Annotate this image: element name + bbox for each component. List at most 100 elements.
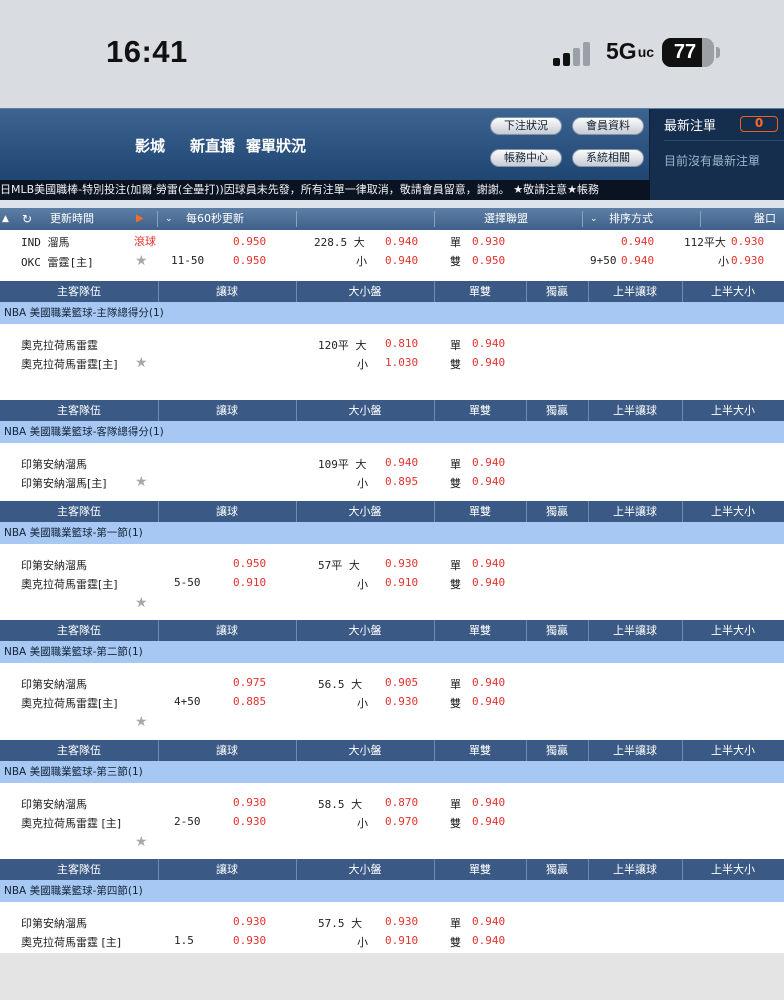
league-header[interactable]: NBA 美國職業籃球-第四節(1) [0,880,784,902]
handicap-odds-home[interactable]: 0.910 [233,576,266,589]
favorite-star-icon[interactable]: ★ [135,253,148,269]
odd-odds[interactable]: 0.940 [472,557,505,570]
network-indicator: 5Guc [606,38,655,64]
bet-status-button[interactable]: 下注狀況 [490,117,562,135]
handicap-odds-away[interactable]: 0.950 [233,235,266,248]
ou-under-odds[interactable]: 0.930 [385,695,418,708]
handicap-line: 1.5 [174,934,194,947]
col-over-under: 大小盤 [348,624,382,637]
odd-odds[interactable]: 0.940 [472,676,505,689]
league-header[interactable]: NBA 美國職業籃球-第一節(1) [0,522,784,544]
latest-bets-panel: 最新注單 0 目前沒有最新注單 [649,109,784,181]
favorite-star-icon[interactable]: ★ [135,714,148,730]
column-header: 主客隊伍 讓球 大小盤 單雙 獨贏 上半讓球 上半大小 [0,281,784,302]
ou-line: 57.5 大 [318,917,363,930]
ou-over-odds[interactable]: 0.810 [385,337,418,350]
nav-review-status[interactable]: 審單狀況 [246,135,306,156]
sort-dropdown-icon[interactable]: ⌄ [590,208,598,230]
league-header[interactable]: NBA 美國職業籃球-客隊總得分(1) [0,421,784,443]
league-select[interactable]: 選擇聯盟 [484,208,528,230]
handicap-odds-away[interactable]: 0.930 [233,915,266,928]
col-over-under: 大小盤 [348,744,382,757]
handicap-odds-away[interactable]: 0.950 [233,557,266,570]
even-odds[interactable]: 0.940 [472,695,505,708]
ou-under-odds[interactable]: 0.970 [385,815,418,828]
ou-over-odds[interactable]: 0.930 [385,915,418,928]
handicap-odds-home[interactable]: 0.930 [233,934,266,947]
live-match-row: IND 溜馬 OKC 雷霆[主] 滾球 ★ 11-50 0.950 0.950 … [0,230,784,281]
col-moneyline: 獨贏 [546,505,568,518]
system-button[interactable]: 系統相關 [572,149,644,167]
ou-under-label: 小 [357,697,368,710]
odd-label: 單 [450,236,461,249]
ou-under-odds[interactable]: 1.030 [385,356,418,369]
handicap-odds-home[interactable]: 0.950 [233,254,266,267]
sort-select[interactable]: 排序方式 [609,208,653,230]
h1-ou-under-odds[interactable]: 0.930 [731,254,764,267]
signal-icon [553,40,593,66]
status-time: 16:41 [106,34,188,69]
favorite-star-icon[interactable]: ★ [135,474,148,490]
battery-tip [716,47,720,58]
favorite-star-icon[interactable]: ★ [135,834,148,850]
odd-odds[interactable]: 0.940 [472,456,505,469]
even-label: 雙 [450,697,461,710]
latest-bets-count: 0 [740,116,778,132]
ou-over-odds[interactable]: 0.940 [385,235,418,248]
h1-ou-line: 112平大 [684,236,726,249]
live-badge: 滾球 [134,235,156,248]
league-header[interactable]: NBA 美國職業籃球-第三節(1) [0,761,784,783]
favorite-star-icon[interactable]: ★ [135,355,148,371]
interval-select[interactable]: 每60秒更新 [186,208,244,230]
ou-under-odds[interactable]: 0.910 [385,934,418,947]
member-info-button[interactable]: 會員資料 [572,117,644,135]
collapse-icon[interactable]: ▲ [2,208,9,230]
even-odds[interactable]: 0.950 [472,254,505,267]
ou-under-odds[interactable]: 0.940 [385,254,418,267]
refresh-icon[interactable]: ↻ [22,208,32,230]
ou-over-odds[interactable]: 0.930 [385,557,418,570]
odd-odds[interactable]: 0.940 [472,796,505,809]
odd-odds[interactable]: 0.940 [472,337,505,350]
nav-cinema[interactable]: 影城 [135,135,165,156]
even-odds[interactable]: 0.940 [472,475,505,488]
even-odds[interactable]: 0.940 [472,934,505,947]
ou-under-odds[interactable]: 0.895 [385,475,418,488]
odd-odds[interactable]: 0.940 [472,915,505,928]
even-odds[interactable]: 0.940 [472,576,505,589]
ou-under-odds[interactable]: 0.910 [385,576,418,589]
interval-dropdown-icon[interactable]: ⌄ [165,208,173,230]
handicap-odds-home[interactable]: 0.885 [233,695,266,708]
even-odds[interactable]: 0.940 [472,815,505,828]
market-select[interactable]: 盤口 [754,208,776,230]
handicap-odds-away[interactable]: 0.975 [233,676,266,689]
odd-odds[interactable]: 0.930 [472,235,505,248]
team-away: IND 溜馬 [21,236,70,249]
handicap-odds-away[interactable]: 0.930 [233,796,266,809]
col-h1-over-under: 上半大小 [711,624,755,637]
handicap-odds-home[interactable]: 0.930 [233,815,266,828]
even-label: 雙 [450,817,461,830]
h1-handicap-odds-away[interactable]: 0.940 [621,235,654,248]
league-header[interactable]: NBA 美國職業籃球-第二節(1) [0,641,784,663]
col-odd-even: 單雙 [469,624,491,637]
col-handicap: 讓球 [216,624,238,637]
favorite-star-icon[interactable]: ★ [135,595,148,611]
column-header: 主客隊伍 讓球 大小盤 單雙 獨贏 上半讓球 上半大小 [0,620,784,641]
ou-over-odds[interactable]: 0.870 [385,796,418,809]
status-bar: 16:41 5Guc 77 [0,0,784,108]
h1-ou-under-label: 小 [718,255,729,268]
h1-ou-over-odds[interactable]: 0.930 [731,235,764,248]
announcement-ticker[interactable]: 日MLB美國職棒-特別投注(加爾·勞雷(全壘打))因球員未先發，所有注單一律取消… [0,180,650,200]
h1-handicap-odds-home[interactable]: 0.940 [621,254,654,267]
even-odds[interactable]: 0.940 [472,356,505,369]
account-center-button[interactable]: 帳務中心 [490,149,562,167]
latest-bets-title: 最新注單 [664,119,717,134]
col-teams: 主客隊伍 [57,624,101,637]
ou-over-odds[interactable]: 0.940 [385,456,418,469]
col-teams: 主客隊伍 [57,863,101,876]
nav-live[interactable]: 新直播 [190,135,235,156]
league-header[interactable]: NBA 美國職業籃球-主隊總得分(1) [0,302,784,324]
handicap-line: 2-50 [174,815,201,828]
ou-over-odds[interactable]: 0.905 [385,676,418,689]
